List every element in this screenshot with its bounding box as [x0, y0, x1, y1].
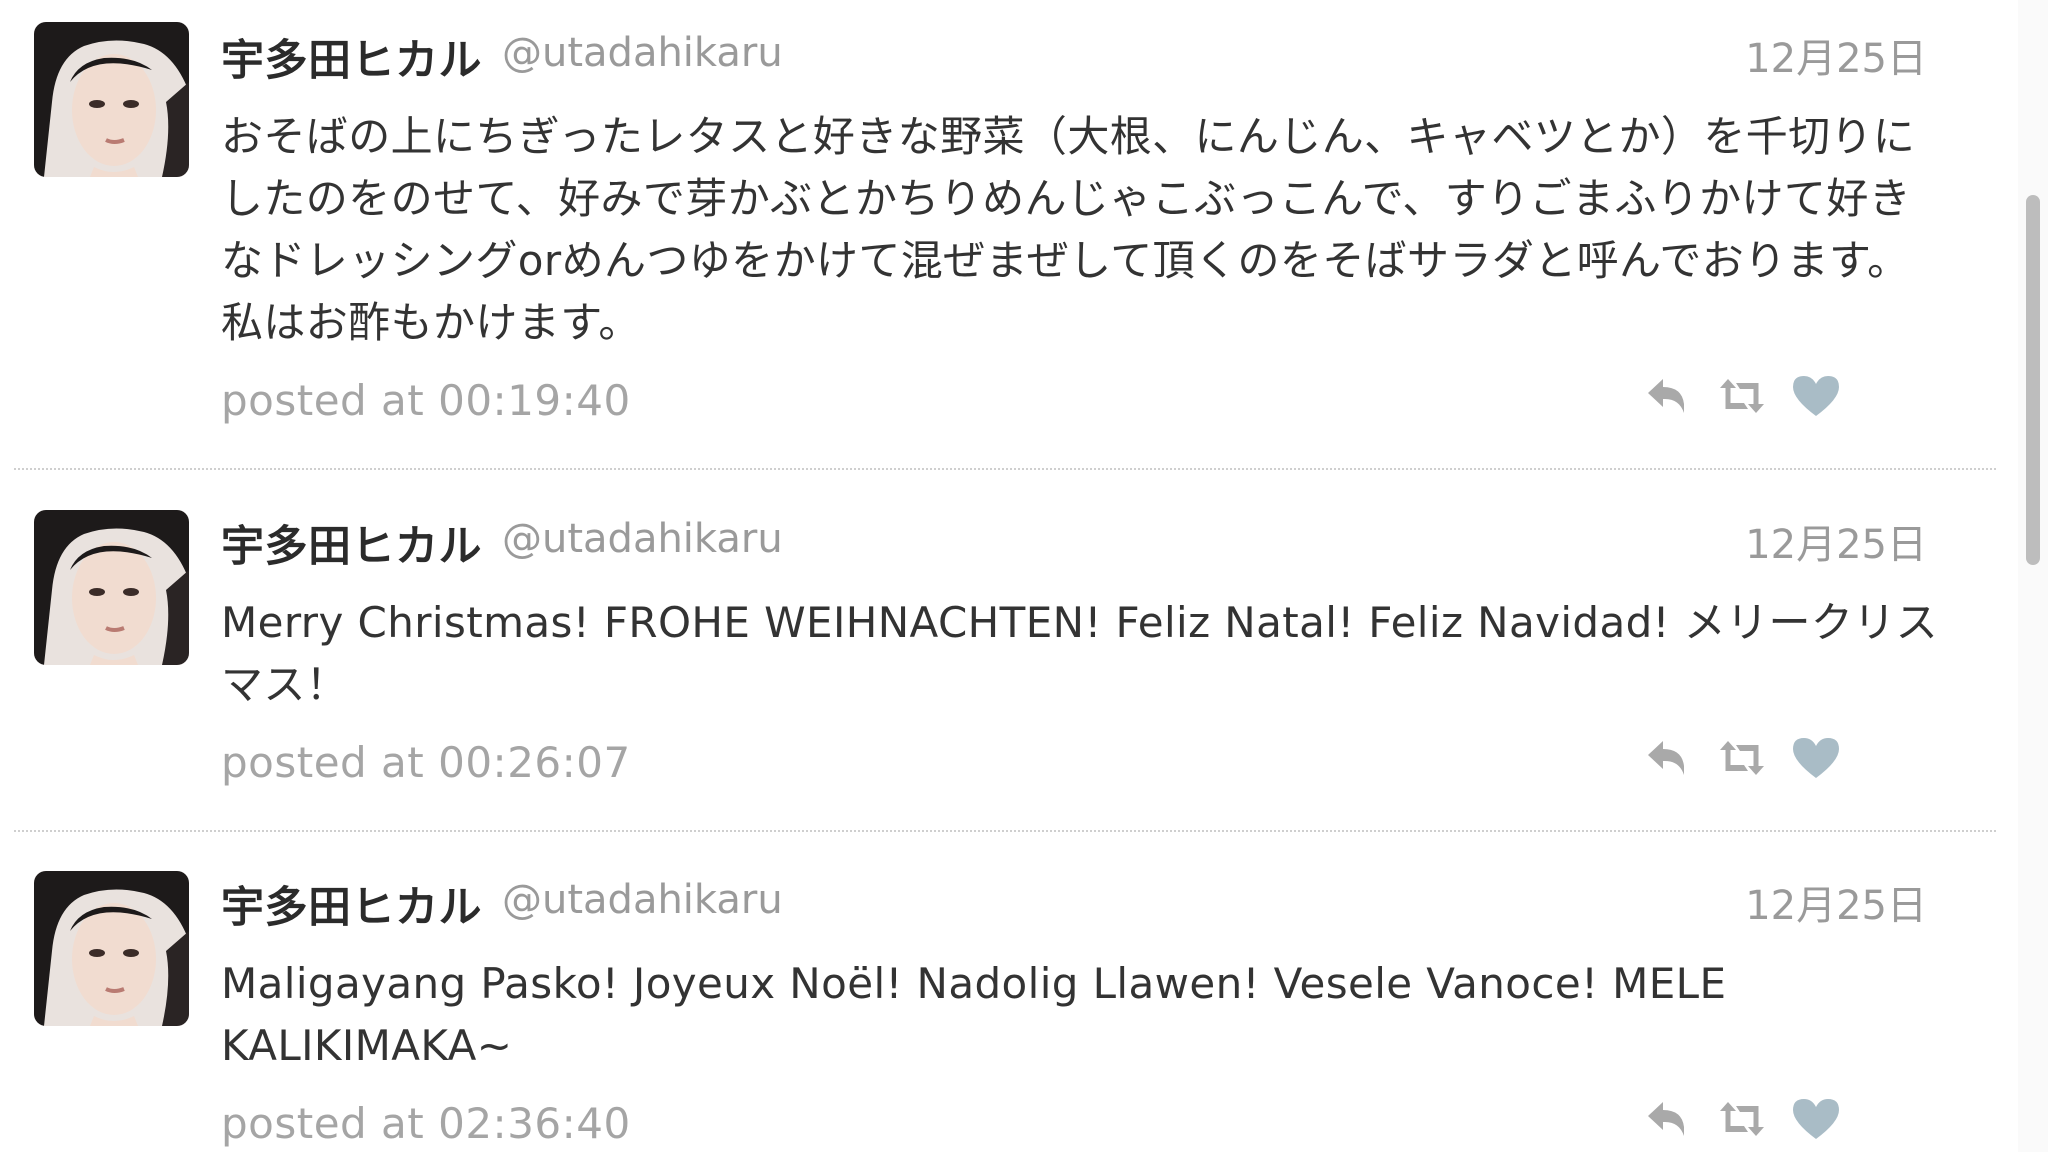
reply-icon[interactable] — [1640, 730, 1696, 786]
author-name[interactable]: 宇多田ヒカル — [221, 873, 482, 935]
tweet-date[interactable]: 12月25日 — [1745, 512, 1927, 570]
tweet-text: おそばの上にちぎったレタスと好きな野菜（大根、にんじん、キャベツとか）を千切りに… — [221, 112, 1916, 347]
tweet-date[interactable]: 12月25日 — [1745, 873, 1927, 931]
scrollbar[interactable] — [2018, 0, 2048, 1152]
author-name[interactable]: 宇多田ヒカル — [221, 512, 482, 574]
author-handle[interactable]: @utadahikaru — [502, 516, 783, 562]
retweet-icon[interactable] — [1714, 368, 1770, 424]
avatar[interactable] — [34, 22, 189, 177]
tweet-actions — [1640, 1091, 1880, 1147]
avatar-photo — [34, 871, 189, 1026]
tweet-date[interactable]: 12月25日 — [1745, 26, 1927, 84]
tweet-item[interactable]: 宇多田ヒカル @utadahikaru 12月25日 おそばの上にちぎったレタス… — [14, 0, 1996, 470]
heart-icon[interactable] — [1788, 730, 1844, 786]
reply-icon[interactable] — [1640, 368, 1696, 424]
tweet-text: Maligayang Pasko! Joyeux Noël! Nadolig L… — [221, 959, 1727, 1070]
posted-time: posted at 00:19:40 — [221, 376, 631, 425]
avatar-photo — [34, 22, 189, 177]
avatar[interactable] — [34, 510, 189, 665]
tweet-divider — [14, 468, 1996, 470]
tweet-item[interactable]: 宇多田ヒカル @utadahikaru 12月25日 Maligayang Pa… — [14, 847, 1996, 1152]
tweet-text: Merry Christmas! FROHE WEIHNACHTEN! Feli… — [221, 598, 1939, 709]
retweet-icon[interactable] — [1714, 730, 1770, 786]
tweet-timeline: 宇多田ヒカル @utadahikaru 12月25日 おそばの上にちぎったレタス… — [0, 0, 1996, 1152]
reply-icon[interactable] — [1640, 1091, 1696, 1147]
tweet-item[interactable]: 宇多田ヒカル @utadahikaru 12月25日 Merry Christm… — [14, 486, 1996, 832]
posted-time: posted at 02:36:40 — [221, 1099, 631, 1148]
author-handle[interactable]: @utadahikaru — [502, 30, 783, 76]
scrollbar-thumb[interactable] — [2026, 195, 2040, 565]
author-handle[interactable]: @utadahikaru — [502, 877, 783, 923]
heart-icon[interactable] — [1788, 1091, 1844, 1147]
heart-icon[interactable] — [1788, 368, 1844, 424]
avatar-photo — [34, 510, 189, 665]
tweet-actions — [1640, 730, 1880, 786]
avatar[interactable] — [34, 871, 189, 1026]
posted-time: posted at 00:26:07 — [221, 738, 631, 787]
author-name[interactable]: 宇多田ヒカル — [221, 26, 482, 88]
retweet-icon[interactable] — [1714, 1091, 1770, 1147]
tweet-actions — [1640, 368, 1880, 424]
tweet-divider — [14, 830, 1996, 832]
